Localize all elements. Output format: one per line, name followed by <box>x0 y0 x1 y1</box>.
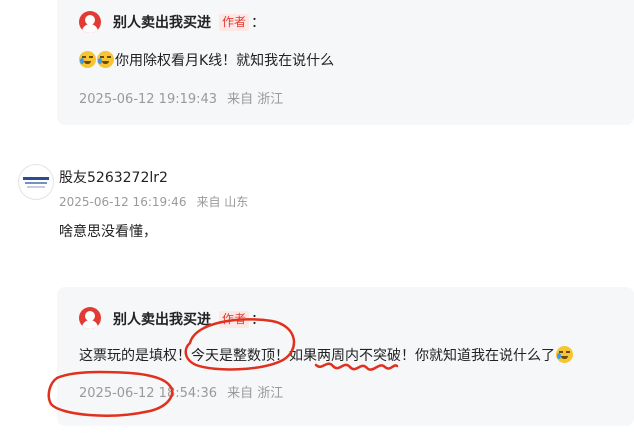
reply-text: 你用除权看月K线！就知我在说什么 <box>115 53 335 69</box>
reply-location: 来自 浙江 <box>227 386 284 401</box>
reply-location: 来自 浙江 <box>227 92 284 107</box>
comment-username[interactable]: 股友5263272lr2 <box>59 167 168 187</box>
author-badge: 作者 <box>219 311 250 328</box>
reply-time: 2025-06-12 18:54:36 <box>79 386 218 401</box>
laugh-cry-emoji-icon <box>79 51 96 68</box>
comment-meta: 2025-06-12 16:19:46 来自 山东 <box>59 193 248 210</box>
reply-author: 别人卖出我买进 作者： <box>113 309 265 329</box>
reply-content: 这票玩的是填权！今天是整数顶！如果两周内不突破！你就知道我在说什么了 <box>79 345 574 365</box>
reply-author-name[interactable]: 别人卖出我买进 <box>113 312 211 328</box>
comment-location: 来自 山东 <box>196 195 249 209</box>
comment-time: 2025-06-12 16:19:46 <box>59 195 187 209</box>
user-avatar[interactable] <box>18 164 54 200</box>
reply-time: 2025-06-12 19:19:43 <box>79 92 218 107</box>
reply-meta: 2025-06-12 18:54:36 来自 浙江 <box>79 382 283 401</box>
reply-colon: ： <box>251 312 266 328</box>
reply-meta: 2025-06-12 19:19:43 来自 浙江 <box>79 88 283 107</box>
reply-author: 别人卖出我买进 作者： <box>113 12 265 32</box>
reply-text: 这票玩的是填权！今天是整数顶！如果两周内不突破！你就知道我在说什么了 <box>79 348 555 364</box>
author-avatar[interactable] <box>79 307 101 329</box>
laugh-cry-emoji-icon <box>556 346 573 363</box>
reply-author-name[interactable]: 别人卖出我买进 <box>113 15 211 31</box>
author-avatar[interactable] <box>79 11 101 33</box>
reply-content: 你用除权看月K线！就知我在说什么 <box>79 50 334 70</box>
author-badge: 作者 <box>219 14 250 31</box>
reply-colon: ： <box>251 15 266 31</box>
laugh-cry-emoji-icon <box>97 51 114 68</box>
comment-content: 啥意思没看懂， <box>59 224 157 240</box>
